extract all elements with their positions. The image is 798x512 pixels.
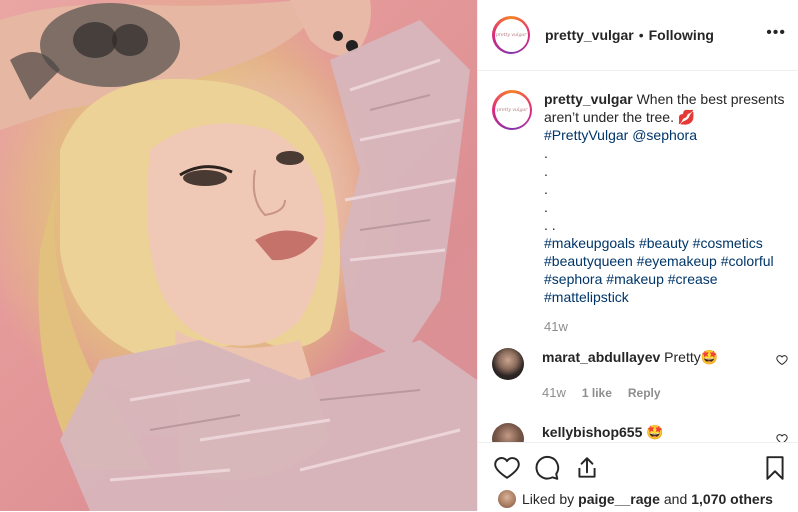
hashtag-link[interactable]: #beautyqueen [544,253,633,269]
hashtag-link[interactable]: #crease [668,271,718,287]
post-caption: pretty vulgar pretty_vulgar When the bes… [492,90,792,336]
caption-first-line: pretty_vulgar When the best presents are… [544,90,792,126]
bookmark-icon[interactable] [762,455,788,481]
caption-dot: . [544,181,548,197]
comment-icon[interactable] [534,455,560,481]
caption-dot: . [544,199,548,215]
hashtag-link[interactable]: #cosmetics [693,235,763,251]
caption-dot: . [544,145,548,161]
hashtag-link[interactable]: #makeupgoals [544,235,635,251]
author-avatar[interactable]: pretty vulgar [492,16,530,54]
hashtag-link[interactable]: #eyemakeup [637,253,717,269]
brand-logo: pretty vulgar [496,107,528,113]
author-username[interactable]: pretty_vulgar [545,27,634,43]
caption-hashtags: #makeupgoals #beauty #cosmetics #beautyq… [544,234,792,306]
post-actions-bar: Liked by paige__rage and 1,070 others [478,442,798,512]
post-side-panel: pretty vulgar pretty_vulgar • Following … [477,0,798,512]
comment-timestamp[interactable]: 41w [542,384,566,402]
comment-likes-count[interactable]: 1 like [582,384,612,402]
hashtag-link[interactable]: #PrettyVulgar [544,127,628,143]
likes-summary: Liked by paige__rage and 1,070 others [498,490,773,508]
caption-body: pretty_vulgar When the best presents are… [544,90,792,336]
post-header: pretty vulgar pretty_vulgar • Following … [478,0,798,71]
hashtag-link[interactable]: #mattelipstick [544,289,629,305]
avatar-inner: pretty vulgar [494,92,530,128]
hashtag-link[interactable]: #sephora [544,271,602,287]
comment-line: marat_abdullayev Pretty🤩 [542,348,772,366]
comment-text: Pretty🤩 [660,349,719,365]
follow-status-button[interactable]: Following [649,27,714,43]
photo-illustration [0,0,477,511]
heart-icon[interactable] [494,455,520,481]
instagram-post: pretty vulgar pretty_vulgar • Following … [0,0,798,512]
comment-meta: 41w 1 like Reply [542,384,772,402]
caption-dot: . . [544,217,556,233]
likes-prefix: Liked by [522,491,575,507]
comment: marat_abdullayev Pretty🤩 41w 1 like Repl… [492,348,792,402]
caption-dot: . [544,163,548,179]
comment-text: 🤩 [642,424,664,440]
more-options-icon[interactable]: ••• [766,25,786,41]
likes-conjunction: and [663,491,688,507]
commenter-avatar[interactable] [492,348,524,380]
hashtag-link[interactable]: #makeup [606,271,664,287]
caption-tags-line: #PrettyVulgar @sephora [544,126,792,144]
comment-like-heart-icon[interactable] [776,354,788,366]
avatar-inner: pretty vulgar [494,18,528,52]
liker-username[interactable]: paige__rage [578,491,660,507]
commenter-username[interactable]: marat_abdullayev [542,349,660,365]
brand-logo: pretty vulgar [495,32,527,38]
hashtag-link[interactable]: #beauty [639,235,689,251]
comment-body: marat_abdullayev Pretty🤩 41w 1 like Repl… [542,348,772,402]
commenter-username[interactable]: kellybishop655 [542,424,642,440]
likes-others-count[interactable]: 1,070 others [691,491,773,507]
post-photo[interactable] [0,0,477,511]
share-icon[interactable] [574,455,600,481]
header-separator: • [638,27,644,43]
caption-author-avatar[interactable]: pretty vulgar [492,90,532,130]
reply-button[interactable]: Reply [628,384,661,402]
mention-link[interactable]: @sephora [632,127,697,143]
liker-avatar[interactable] [498,490,516,508]
caption-username[interactable]: pretty_vulgar [544,91,633,107]
hashtag-link[interactable]: #colorful [721,253,774,269]
comment-line: kellybishop655 🤩 [542,423,772,441]
caption-timestamp[interactable]: 41w [544,318,792,336]
action-icons [494,455,600,481]
